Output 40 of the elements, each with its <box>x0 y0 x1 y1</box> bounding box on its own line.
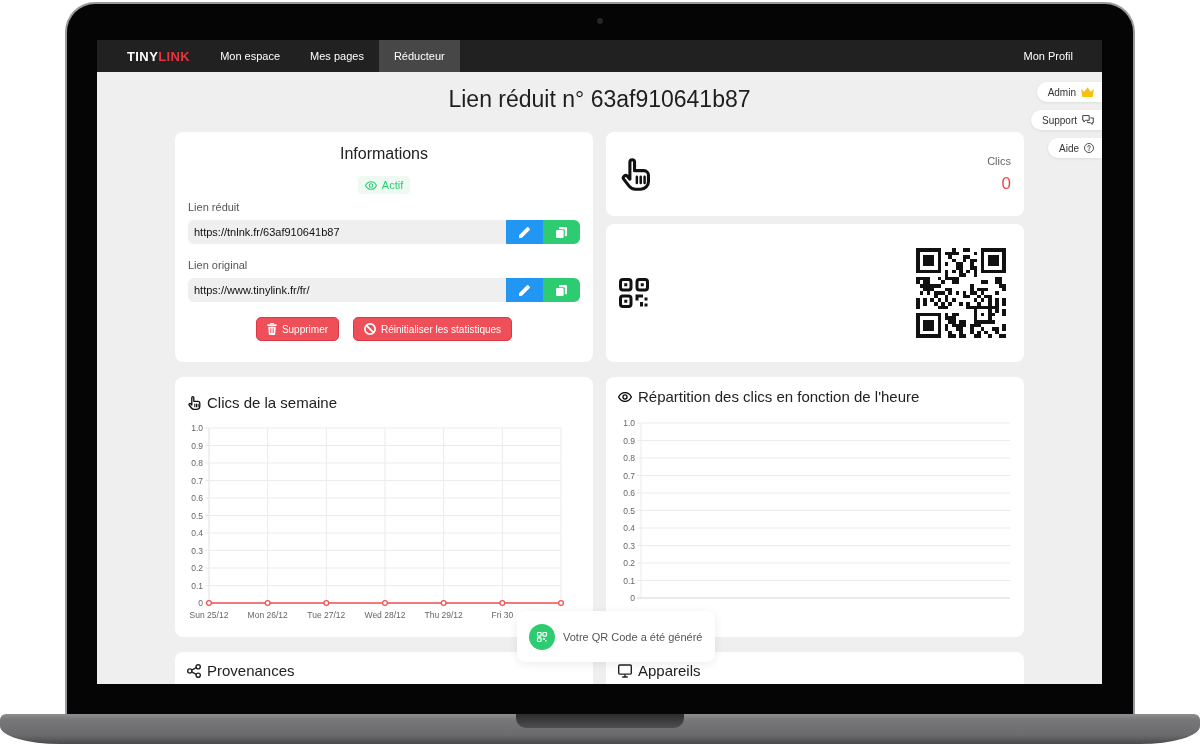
x-axis-label: Tue 27/12 <box>307 610 346 620</box>
stat-label: Clics <box>987 154 1011 168</box>
y-axis-label: 0.9 <box>623 435 635 446</box>
y-axis-label: 0.2 <box>191 563 203 573</box>
y-axis-label: 0.8 <box>623 453 635 463</box>
chart-title: Clics de la semaine <box>207 394 338 412</box>
x-axis-label: Fri 30 <box>491 610 514 620</box>
card-title: Informations <box>338 144 429 164</box>
y-axis-label: 0.7 <box>191 475 203 486</box>
page-title: Lien réduit n° 63af910641b87 <box>448 86 751 112</box>
y-axis-label: 0.4 <box>623 523 635 533</box>
y-axis-label: 0.1 <box>191 580 203 591</box>
y-axis-label: 0.5 <box>623 505 635 516</box>
y-axis-label: 0.6 <box>623 488 635 498</box>
chart-title: Répartition des clics en fonction de l'heure <box>638 388 920 406</box>
y-axis-label: 0 <box>630 593 635 603</box>
status-label: Actif <box>381 179 404 191</box>
x-axis-label: Wed 28/12 <box>364 610 406 620</box>
y-axis-label: 1.0 <box>191 423 203 433</box>
y-axis-label: 0.8 <box>191 458 203 468</box>
y-axis-label: 0.4 <box>191 528 203 538</box>
stat-value: 0 <box>1001 174 1011 194</box>
y-axis-label: 0.3 <box>191 545 203 556</box>
y-axis-label: 0.7 <box>623 470 635 481</box>
y-axis-label: 0.2 <box>623 558 635 568</box>
x-axis-label: Thu 29/12 <box>424 610 463 620</box>
y-axis-label: 1.0 <box>623 418 635 428</box>
toast-message: Votre QR Code a été généré <box>563 630 703 643</box>
x-axis-label: Sun 25/12 <box>189 610 229 620</box>
y-axis-label: 0.5 <box>191 510 203 521</box>
y-axis-label: 0.9 <box>191 440 203 451</box>
card-title: Provenances <box>207 662 295 680</box>
x-axis-label: Mon 26/12 <box>247 610 288 620</box>
field-label: Lien original <box>188 258 248 272</box>
y-axis-label: 0 <box>198 598 203 608</box>
card-title: Appareils <box>638 662 701 680</box>
y-axis-label: 0.3 <box>623 540 635 551</box>
y-axis-label: 0.1 <box>623 575 635 586</box>
y-axis-label: 0.6 <box>191 493 203 503</box>
field-label: Lien réduit <box>188 200 240 214</box>
